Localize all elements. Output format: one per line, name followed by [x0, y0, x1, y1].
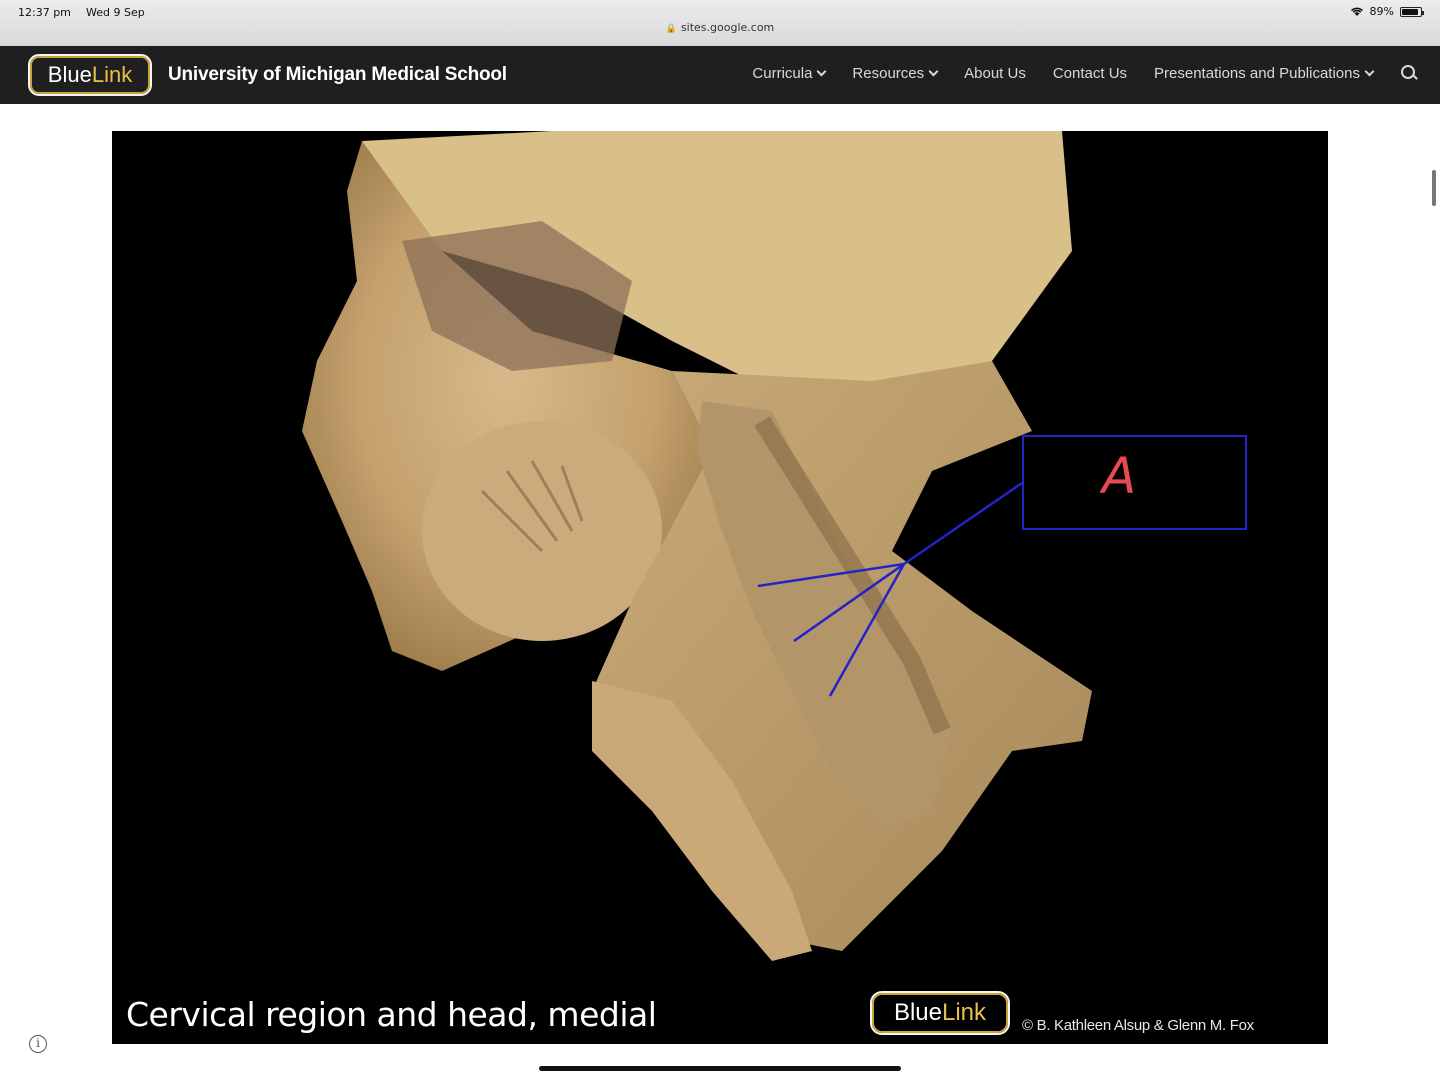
anatomy-image: A Cervical region and head, medial Blue L…	[112, 131, 1328, 1044]
nav-about-label: About Us	[964, 64, 1026, 82]
nav-curricula-label: Curricula	[752, 64, 813, 82]
wifi-icon	[1350, 7, 1363, 16]
logo-blue-text: Blue	[47, 62, 92, 87]
nav-resources-label: Resources	[852, 64, 925, 82]
tongue	[422, 421, 662, 641]
nav-about-us[interactable]: About Us	[964, 65, 1026, 82]
nav-presentations[interactable]: Presentations and Publications	[1154, 64, 1375, 82]
nav-resources[interactable]: Resources	[852, 64, 939, 82]
status-time: 12:37 pm	[18, 6, 71, 19]
ios-status-bar: 12:37 pm Wed 9 Sep 🔒 sites.google.com 89%	[0, 0, 1440, 46]
scrollbar[interactable]	[1432, 170, 1436, 206]
lock-icon: 🔒	[665, 24, 677, 34]
status-date: Wed 9 Sep	[86, 6, 145, 19]
site-navbar: Blue Link University of Michigan Medical …	[0, 46, 1440, 104]
bluelink-logo[interactable]: Blue Link	[28, 54, 152, 96]
chevron-down-icon	[1364, 66, 1375, 76]
nav-curricula[interactable]: Curricula	[752, 64, 827, 82]
home-indicator[interactable]	[539, 1066, 901, 1071]
specimen-illustration	[302, 131, 1092, 961]
battery-icon	[1400, 6, 1424, 17]
chevron-down-icon	[816, 66, 827, 76]
main-nav: Curricula Resources About Us Contact Us …	[752, 64, 1418, 82]
chevron-down-icon	[928, 66, 939, 76]
nav-contact-us[interactable]: Contact Us	[1053, 65, 1127, 82]
search-icon[interactable]	[1400, 64, 1418, 82]
copyright-text: © B. Kathleen Alsup & Glenn M. Fox	[1022, 1017, 1254, 1034]
address-bar[interactable]: 🔒 sites.google.com	[0, 21, 1440, 34]
nav-presentations-label: Presentations and Publications	[1154, 64, 1360, 82]
fig-logo-blue: Blue	[893, 999, 942, 1026]
info-icon[interactable]: i	[29, 1035, 47, 1053]
battery-percent: 89%	[1369, 5, 1394, 18]
annotation-label: A	[1102, 447, 1137, 505]
figure-caption: Cervical region and head, medial	[126, 995, 657, 1034]
fig-logo-link: Link	[942, 999, 987, 1026]
nav-contact-label: Contact Us	[1052, 64, 1128, 82]
site-title[interactable]: University of Michigan Medical School	[168, 64, 507, 86]
figure-bluelink-logo: Blue Link	[870, 991, 1010, 1035]
url-text: sites.google.com	[680, 21, 775, 34]
status-right: 89%	[1350, 5, 1424, 18]
logo-link-text: Link	[91, 62, 133, 87]
